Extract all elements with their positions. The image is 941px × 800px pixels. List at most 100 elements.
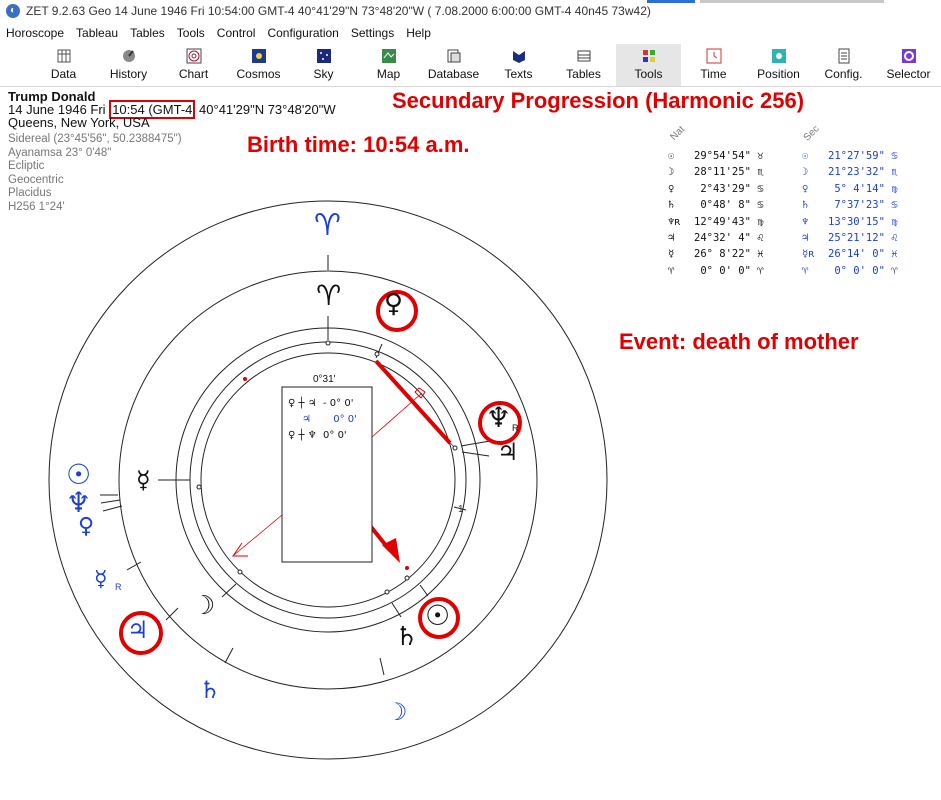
tick <box>461 451 490 457</box>
menu-tableau[interactable]: Tableau <box>70 24 124 43</box>
menu-horoscope[interactable]: Horoscope <box>0 24 70 43</box>
aspect-line <box>233 514 283 556</box>
selector-icon <box>901 49 916 63</box>
natal-position: 28°11'25" ♏ <box>694 166 764 179</box>
sec-glyph: ☽ <box>802 166 809 179</box>
toolbar-chart-label: Chart <box>178 67 209 81</box>
positions-row-moon: ☽ 28°11'25" ♏ ☽ 21°23'32" ♏ <box>668 166 913 182</box>
tick <box>379 657 385 676</box>
sec-glyph: ♆ <box>802 215 809 228</box>
toolbar-tables-button[interactable]: Tables <box>551 44 616 86</box>
data-icon <box>57 49 70 63</box>
sec-jupiter-glyph: ♃ <box>127 616 149 644</box>
inner-ring-core <box>200 352 456 608</box>
sec-position: 25°21'12" ♌ <box>828 231 898 244</box>
toolbar-sky-label: Sky <box>313 67 334 81</box>
menu-help[interactable]: Help <box>400 24 437 43</box>
annotation-title: Secundary Progression (Harmonic 256) <box>392 88 805 113</box>
annotation-event: Event: death of mother <box>619 329 859 354</box>
app-icon: ◐ <box>6 4 20 18</box>
toolbar-texts-button[interactable]: Texts <box>486 44 551 86</box>
sky-icon <box>316 49 331 63</box>
natal-neptune-glyph: ♆ <box>486 401 512 434</box>
sec-mercury-retro: R <box>115 582 122 592</box>
toolbar-chart-button[interactable]: Chart <box>161 44 226 86</box>
middle-ring <box>118 270 538 690</box>
tables-icon <box>577 50 590 62</box>
tick <box>165 607 179 621</box>
menu-configuration[interactable]: Configuration <box>261 24 344 43</box>
toolbar-tools-button[interactable]: Tools <box>616 44 681 86</box>
toolbar-time-button[interactable]: Time <box>681 44 746 86</box>
toolbar-config-button[interactable]: Config. <box>811 44 876 86</box>
toolbar-selector-button[interactable]: Selector <box>876 44 941 86</box>
ring-dot <box>196 484 202 490</box>
sec-glyph: ♀ <box>802 182 809 195</box>
sec-position: 0° 0' 0" ♈ <box>828 264 898 277</box>
toolbar-history-button[interactable]: History <box>96 44 161 86</box>
red-arrowhead <box>382 538 400 563</box>
natal-glyph: ☽ <box>668 166 675 179</box>
natal-glyph: ♀ <box>668 182 675 195</box>
time-icon <box>706 48 721 64</box>
tick <box>224 647 234 664</box>
ring-dot <box>404 575 410 581</box>
aspect-marker <box>414 387 426 399</box>
positions-table: ☉ 29°54'54" ♉ ☉ 21°27'59" ♋ ☽ 28°11'25" … <box>668 150 913 281</box>
menu-control[interactable]: Control <box>211 24 262 43</box>
aspect-line <box>371 392 423 438</box>
toolbar-database-label: Database <box>427 67 480 81</box>
harmonic: H256 1°24' <box>8 200 65 213</box>
toolbar-sky-button[interactable]: Sky <box>291 44 356 86</box>
tick <box>100 499 121 504</box>
menu-settings[interactable]: Settings <box>345 24 400 43</box>
sec-saturn-glyph: ♄ <box>199 676 221 704</box>
toolbar-cosmos-label: Cosmos <box>236 67 281 81</box>
positions-row-neptune: ♆ʀ 12°49'43" ♍ ♆ 13°30'15" ♍ <box>668 216 913 232</box>
toolbar-texts-label: Texts <box>504 67 533 81</box>
toolbar-position-button[interactable]: Position <box>746 44 811 86</box>
sec-position: 21°23'32" ♏ <box>828 166 898 179</box>
positions-row-mercury: ☿ 26° 8'22" ♓ ☿ʀ 26°14' 0" ♓ <box>668 248 913 264</box>
title-bar: ◐ ZET 9.2.63 Geo 14 June 1946 Fri 10:54:… <box>0 0 941 22</box>
menu-bar: Horoscope Tableau Tables Tools Control C… <box>0 24 941 43</box>
window-accent <box>647 0 695 3</box>
red-arrow-venus-neptune <box>374 359 452 445</box>
natal-glyph: ♄ <box>668 199 675 212</box>
ring-dot <box>452 445 458 451</box>
toolbar-position-label: Position <box>757 67 800 81</box>
toolbar-data-button[interactable]: Data <box>31 44 96 86</box>
sec-position: 13°30'15" ♍ <box>828 215 898 228</box>
sec-position: 21°27'59" ♋ <box>828 150 898 162</box>
aspect-row: ♃ 0° 0' <box>302 414 357 425</box>
house-one-label: 1 <box>458 504 464 515</box>
natal-glyph: ☉ <box>668 150 675 162</box>
natal-glyph: ☿ <box>668 248 675 261</box>
aspect-line <box>374 361 456 449</box>
menu-tools[interactable]: Tools <box>171 24 211 43</box>
natal-glyph: ♈ <box>668 264 675 277</box>
sec-position: 7°37'23" ♋ <box>828 199 898 212</box>
tick <box>126 561 142 571</box>
sec-position: 5° 4'14" ♍ <box>828 182 898 195</box>
toolbar-map-label: Map <box>376 67 401 81</box>
natal-venus-glyph: ♀ <box>384 289 404 319</box>
ring-dot <box>325 340 331 346</box>
aspect-row: ♀ ┼ ♃ - 0° 0' <box>288 398 354 409</box>
natal-position: 12°49'43" ♍ <box>694 215 764 228</box>
positions-row-venus: ♀ 2°43'29" ♋ ♀ 5° 4'14" ♍ <box>668 183 913 199</box>
aspect-row: ♀ ┼ ♆ 0° 0' <box>288 430 347 441</box>
texts-icon <box>512 51 525 63</box>
menu-tables[interactable]: Tables <box>124 24 171 43</box>
positions-row-saturn: ♄ 0°48' 8" ♋ ♄ 7°37'23" ♋ <box>668 199 913 215</box>
natal-saturn-glyph: ♄ <box>395 622 419 652</box>
center: Geocentric <box>8 173 64 186</box>
toolbar-cosmos-button[interactable]: Cosmos <box>226 44 291 86</box>
sec-glyph: ♃ <box>802 231 809 244</box>
cosmos-icon <box>251 49 266 63</box>
positions-row-jupiter: ♃ 24°32' 4" ♌ ♃ 25°21'12" ♌ <box>668 232 913 248</box>
toolbar-map-button[interactable]: Map <box>356 44 421 86</box>
natal-moon-glyph: ☽ <box>192 591 216 621</box>
aries-inner-glyph: ♈ <box>316 279 342 312</box>
toolbar-database-button[interactable]: Database <box>421 44 486 86</box>
